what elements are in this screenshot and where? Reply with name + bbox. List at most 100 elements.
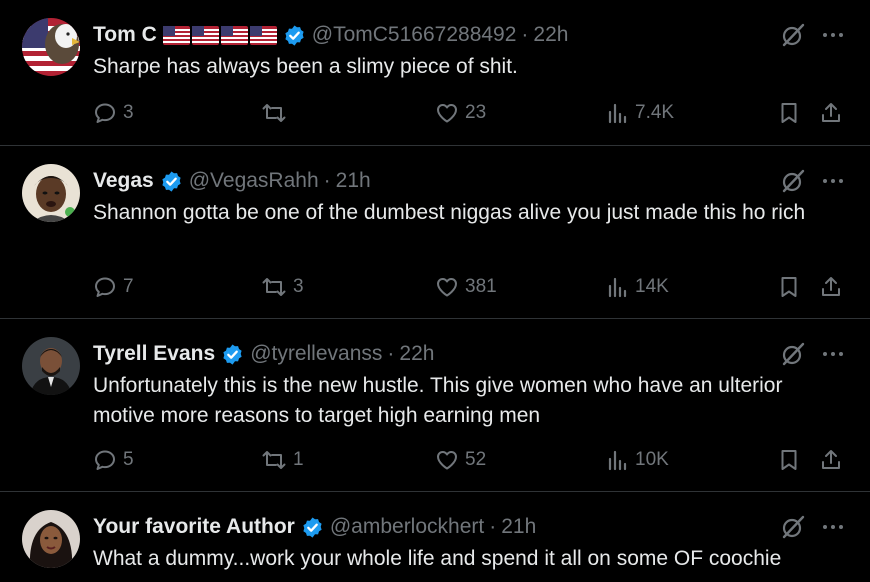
share-icon	[822, 450, 840, 469]
heart-icon	[437, 451, 457, 470]
share-icon	[822, 103, 840, 122]
tweet[interactable]: Vegas @VegasRahh · 21h Shannon gotta be …	[0, 146, 870, 318]
separator: ·	[521, 23, 529, 46]
like-button[interactable]: 52	[435, 445, 486, 475]
us-flag-icon	[249, 25, 277, 45]
reply-button[interactable]: 5	[93, 445, 134, 475]
user-handle[interactable]: @VegasRahh	[189, 169, 319, 193]
reply-icon	[95, 103, 115, 123]
display-name[interactable]: Tyrell Evans	[93, 342, 215, 366]
more-icon[interactable]	[820, 168, 846, 194]
share-button[interactable]	[819, 98, 843, 128]
tweet-actions: 7 3 381 14K	[93, 272, 850, 302]
heart-icon	[437, 278, 457, 297]
display-name[interactable]: Tom C	[93, 23, 157, 47]
like-button[interactable]: 23	[435, 98, 486, 128]
us-flag-icon	[220, 25, 248, 45]
more-icon[interactable]	[820, 341, 846, 367]
views-button[interactable]: 14K	[607, 272, 669, 302]
user-handle[interactable]: @tyrellevanss	[250, 342, 382, 366]
timestamp[interactable]: 22h	[399, 342, 434, 366]
separator: ·	[323, 169, 331, 192]
separator: ·	[387, 342, 395, 365]
reply-count: 7	[123, 276, 134, 297]
views-button[interactable]: 10K	[607, 445, 669, 475]
user-handle[interactable]: @TomC51667288492	[312, 23, 517, 47]
views-icon	[608, 450, 627, 471]
bookmark-button[interactable]	[777, 272, 801, 302]
tweet[interactable]: Tyrell Evans @tyrellevanss · 22h Unfortu…	[0, 319, 870, 491]
bookmark-button[interactable]	[777, 98, 801, 128]
tweet[interactable]: Your favorite Author @amberlockhert · 21…	[0, 492, 870, 582]
bookmark-button[interactable]	[777, 445, 801, 475]
views-icon	[608, 277, 627, 298]
reply-count: 5	[123, 449, 134, 470]
bookmark-icon	[781, 103, 797, 123]
verified-badge-icon[interactable]	[283, 24, 306, 47]
timestamp[interactable]: 22h	[533, 23, 568, 47]
retweet-count: 1	[293, 449, 304, 470]
grok-icon[interactable]	[780, 341, 806, 367]
retweet-icon	[262, 451, 286, 469]
verified-badge-icon[interactable]	[221, 343, 244, 366]
bookmark-icon	[781, 277, 797, 297]
timestamp[interactable]: 21h	[501, 515, 536, 539]
separator: ·	[489, 515, 497, 538]
heart-icon	[437, 104, 457, 123]
share-button[interactable]	[819, 272, 843, 302]
grok-icon[interactable]	[780, 514, 806, 540]
tweet-header: Tom C @TomC51667288492 · 22h	[93, 20, 568, 50]
retweet-button[interactable]: 1	[261, 445, 304, 475]
reply-button[interactable]: 7	[93, 272, 134, 302]
tweet-text: Sharpe has always been a slimy piece of …	[93, 55, 518, 78]
tweet-actions: 5 1 52 10K	[93, 445, 850, 475]
view-count: 10K	[635, 449, 669, 470]
tweet-header: Your favorite Author @amberlockhert · 21…	[93, 512, 536, 542]
reply-icon	[95, 277, 115, 297]
views-icon	[608, 103, 627, 124]
display-name[interactable]: Vegas	[93, 169, 154, 193]
reply-feed: Tom C @TomC51667288492 · 22h Sharpe has …	[0, 0, 870, 582]
view-count: 7.4K	[635, 102, 675, 123]
like-button[interactable]: 381	[435, 272, 497, 302]
tweet-header: Tyrell Evans @tyrellevanss · 22h	[93, 339, 434, 369]
retweet-button[interactable]	[261, 98, 293, 128]
timestamp[interactable]: 21h	[336, 169, 371, 193]
avatar[interactable]	[22, 164, 80, 222]
verified-badge-icon[interactable]	[301, 516, 324, 539]
avatar[interactable]	[22, 337, 80, 395]
us-flag-icon	[162, 25, 190, 45]
like-count: 52	[465, 449, 487, 470]
retweet-count: 3	[293, 276, 304, 297]
tweet-text: Shannon gotta be one of the dumbest nigg…	[93, 201, 806, 224]
flag-emojis	[162, 25, 277, 45]
like-count: 23	[465, 102, 487, 123]
us-flag-icon	[191, 25, 219, 45]
avatar[interactable]	[22, 18, 80, 76]
views-button[interactable]: 7.4K	[607, 98, 674, 128]
tweet-actions: 3 23 7.4K	[93, 98, 850, 128]
share-icon	[822, 277, 840, 296]
reply-count: 3	[123, 102, 134, 123]
grok-icon[interactable]	[780, 22, 806, 48]
reply-button[interactable]: 3	[93, 98, 134, 128]
view-count: 14K	[635, 276, 669, 297]
more-icon[interactable]	[820, 514, 846, 540]
avatar[interactable]	[22, 510, 80, 568]
tweet[interactable]: Tom C @TomC51667288492 · 22h Sharpe has …	[0, 0, 870, 145]
retweet-button[interactable]: 3	[261, 272, 304, 302]
tweet-text: What a dummy...work your whole life and …	[93, 547, 782, 570]
retweet-icon	[262, 278, 286, 296]
bookmark-icon	[781, 450, 797, 470]
more-icon[interactable]	[820, 22, 846, 48]
reply-icon	[95, 450, 115, 470]
display-name[interactable]: Your favorite Author	[93, 515, 295, 539]
tweet-text: Unfortunately this is the new hustle. Th…	[93, 374, 783, 427]
like-count: 381	[465, 276, 497, 297]
share-button[interactable]	[819, 445, 843, 475]
grok-icon[interactable]	[780, 168, 806, 194]
user-handle[interactable]: @amberlockhert	[330, 515, 484, 539]
retweet-icon	[262, 104, 286, 122]
verified-badge-icon[interactable]	[160, 170, 183, 193]
tweet-header: Vegas @VegasRahh · 21h	[93, 166, 371, 196]
